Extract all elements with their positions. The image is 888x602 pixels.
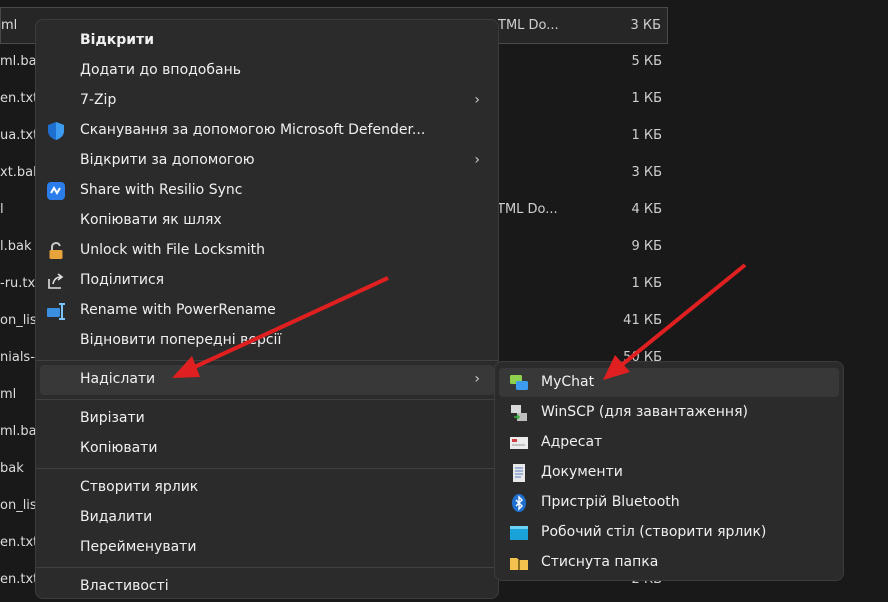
zip-folder-icon [509,553,529,573]
submenu-item-bluetooth[interactable]: Пристрій Bluetooth [499,488,839,517]
file-size: 9 КБ [631,239,662,254]
lock-icon [46,241,66,261]
submenu-item-documents[interactable]: Документи [499,458,839,487]
context-menu: Відкрити Додати до вподобань 7-Zip › Ска… [35,19,499,599]
menu-item-restore-versions[interactable]: Відновити попередні версії [40,326,494,356]
file-type: TML Do... [498,18,559,33]
file-name: en.txt [0,91,39,106]
menu-separator [36,360,498,361]
submenu-item-label: MyChat [541,374,595,390]
menu-separator [36,468,498,469]
file-size: 3 КБ [631,165,662,180]
file-name: bak [0,461,24,476]
file-size: 1 КБ [631,91,662,106]
file-size: 1 КБ [631,276,662,291]
file-type: TML Do... [497,202,558,217]
menu-item-resilio-share[interactable]: Share with Resilio Sync [40,176,494,206]
submenu-item-label: Пристрій Bluetooth [541,494,680,510]
menu-item-share[interactable]: Поділитися [40,266,494,296]
file-name: en.txt [0,535,39,550]
mail-recipient-icon [509,433,529,453]
menu-item-label: Створити ярлик [80,479,199,495]
file-size: 1 КБ [631,128,662,143]
submenu-item-winscp[interactable]: WinSCP (для завантаження) [499,398,839,427]
submenu-item-mychat[interactable]: MyChat [499,368,839,397]
submenu-item-label: Адресат [541,434,603,450]
menu-item-add-favorites[interactable]: Додати до вподобань [40,56,494,86]
submenu-item-desktop[interactable]: Робочий стіл (створити ярлик) [499,518,839,547]
menu-item-label: Властивості [80,578,169,594]
menu-item-label: Додати до вподобань [80,62,241,78]
menu-item-label: Видалити [80,509,153,525]
resilio-icon [46,181,66,201]
menu-item-label: Відкрити [80,32,155,48]
mychat-icon [509,373,529,393]
menu-item-label: Копіювати як шлях [80,212,222,228]
send-to-submenu: MyChat WinSCP (для завантаження) Адресат [494,361,844,581]
file-size: 4 КБ [631,202,662,217]
menu-item-label: Сканування за допомогою Microsoft Defend… [80,122,426,138]
file-name: on_lis [0,313,37,328]
menu-item-create-shortcut[interactable]: Створити ярлик [40,473,494,503]
submenu-item-label: Документи [541,464,623,480]
submenu-item-label: Робочий стіл (створити ярлик) [541,524,767,540]
file-name: ml [1,18,18,33]
menu-item-label: Поділитися [80,272,165,288]
menu-item-7zip[interactable]: 7-Zip › [40,86,494,116]
winscp-icon [509,403,529,423]
menu-item-delete[interactable]: Видалити [40,503,494,533]
menu-item-powerrename[interactable]: Rename with PowerRename [40,296,494,326]
menu-item-cut[interactable]: Вирізати [40,404,494,434]
menu-item-label: 7-Zip [80,92,117,108]
menu-item-label: Rename with PowerRename [80,302,276,318]
desktop-icon [509,523,529,543]
file-name: on_lis [0,498,37,513]
menu-separator [36,399,498,400]
menu-item-locksmith[interactable]: Unlock with File Locksmith [40,236,494,266]
submenu-item-compressed-folder[interactable]: Стиснута папка [499,548,839,577]
menu-item-label: Надіслати [80,371,156,387]
submenu-item-recipient[interactable]: Адресат [499,428,839,457]
chevron-right-icon: › [474,371,480,387]
submenu-item-label: Стиснута папка [541,554,659,570]
file-name: l.bak [0,239,32,254]
file-name: nials- [0,350,35,365]
menu-item-label: Відкрити за допомогою [80,152,255,168]
file-name: ml.ba [0,424,37,439]
menu-item-label: Вирізати [80,410,145,426]
menu-item-properties[interactable]: Властивості [40,572,494,602]
menu-item-label: Копіювати [80,440,158,456]
menu-item-open[interactable]: Відкрити [40,26,494,56]
menu-item-defender-scan[interactable]: Сканування за допомогою Microsoft Defend… [40,116,494,146]
file-size: 41 КБ [623,313,662,328]
menu-item-label: Відновити попередні версії [80,332,282,348]
file-name: ml [0,387,17,402]
chevron-right-icon: › [474,152,480,168]
chevron-right-icon: › [474,92,480,108]
menu-separator [36,567,498,568]
documents-icon [509,463,529,483]
menu-item-label: Unlock with File Locksmith [80,242,265,258]
menu-item-copy[interactable]: Копіювати [40,434,494,464]
menu-item-label: Share with Resilio Sync [80,182,243,198]
menu-item-open-with[interactable]: Відкрити за допомогою › [40,146,494,176]
file-size: 5 КБ [631,54,662,69]
powerrename-icon [46,301,66,321]
menu-item-rename[interactable]: Перейменувати [40,533,494,563]
defender-shield-icon [46,121,66,141]
file-name: l [0,202,4,217]
file-name: en.txt [0,572,39,587]
file-name: ua.txt [0,128,39,143]
menu-item-label: Перейменувати [80,539,197,555]
submenu-item-label: WinSCP (для завантаження) [541,404,748,420]
file-size: 3 КБ [630,18,661,33]
menu-item-copy-path[interactable]: Копіювати як шлях [40,206,494,236]
share-icon [46,271,66,291]
bluetooth-icon [509,493,529,513]
menu-item-send-to[interactable]: Надіслати › [40,365,494,395]
